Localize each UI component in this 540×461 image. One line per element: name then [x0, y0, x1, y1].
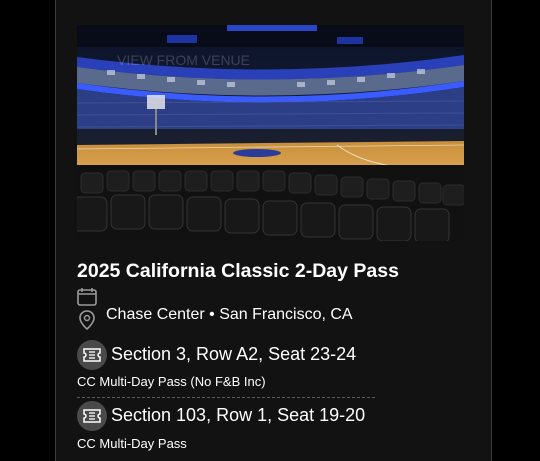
location-pin-icon	[79, 310, 95, 330]
image-watermark: VIEW FROM VENUE	[117, 52, 250, 68]
calendar-icon	[77, 288, 97, 306]
ticket-seat-row-2: Section 103, Row 1, Seat 19-20	[77, 401, 377, 431]
ticket-seat-label: Section 3, Row A2, Seat 23-24	[111, 344, 357, 364]
ticket-card: VIEW FROM VENUE 2025 California Classic …	[55, 0, 492, 461]
event-title: 2025 California Classic 2-Day Pass	[77, 260, 399, 282]
ticket-icon	[77, 401, 107, 431]
ticket-icon	[77, 340, 107, 370]
ticket-divider	[77, 397, 375, 398]
venue-location: Chase Center • San Francisco, CA	[106, 306, 353, 323]
ticket-pass-type: CC Multi-Day Pass (No F&B Inc)	[77, 374, 266, 389]
ticket-seat-row-1: Section 3, Row A2, Seat 23-24	[77, 340, 377, 370]
venue-seat-view-image: VIEW FROM VENUE	[77, 25, 464, 241]
ticket-pass-type: CC Multi-Day Pass	[77, 436, 187, 451]
ticket-seat-label: Section 103, Row 1, Seat 19-20	[111, 405, 366, 425]
